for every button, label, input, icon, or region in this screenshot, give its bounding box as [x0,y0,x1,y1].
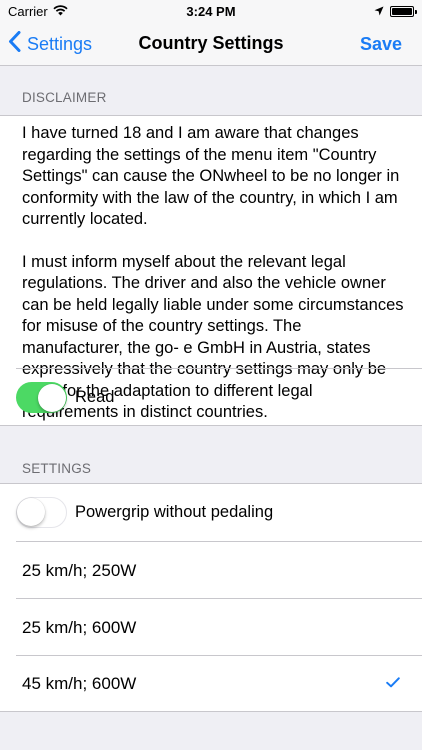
read-row: Read [0,369,422,426]
location-arrow-icon [374,4,384,19]
chevron-left-icon [8,31,21,57]
checkmark-icon [386,675,400,693]
save-button[interactable]: Save [360,22,402,66]
toggle-knob [17,498,45,526]
status-bar: Carrier 3:24 PM [0,0,422,22]
settings-section-header: SETTINGS [22,461,92,476]
status-left: Carrier [8,4,68,19]
speed-option-label: 45 km/h; 600W [22,674,137,693]
back-button[interactable]: Settings [8,22,92,66]
carrier-label: Carrier [8,3,48,19]
status-right [374,4,417,19]
speed-option-label: 25 km/h; 600W [22,617,137,637]
speed-option-row-selected[interactable]: 45 km/h; 600W [0,656,422,712]
powergrip-toggle[interactable] [16,497,67,528]
read-toggle[interactable] [16,382,67,413]
back-button-label: Settings [27,33,93,54]
disclaimer-group: I have turned 18 and I am aware that cha… [0,115,422,426]
powergrip-row: Powergrip without pedaling [0,484,422,541]
toggle-knob [37,383,66,412]
read-label: Read [75,388,115,406]
wifi-icon [53,4,68,19]
speed-option-row[interactable]: 25 km/h; 250W [0,542,422,599]
speed-option-row[interactable]: 25 km/h; 600W [0,599,422,656]
disclaimer-paragraph-1: I have turned 18 and I am aware that cha… [22,124,400,228]
battery-icon [390,5,417,17]
speed-option-label: 25 km/h; 250W [22,560,137,580]
disclaimer-section-header: DISCLAIMER [22,90,107,105]
navigation-bar: Settings Country Settings Save [0,22,422,66]
powergrip-label: Powergrip without pedaling [75,503,274,521]
settings-group: Powergrip without pedaling 25 km/h; 250W… [0,483,422,712]
